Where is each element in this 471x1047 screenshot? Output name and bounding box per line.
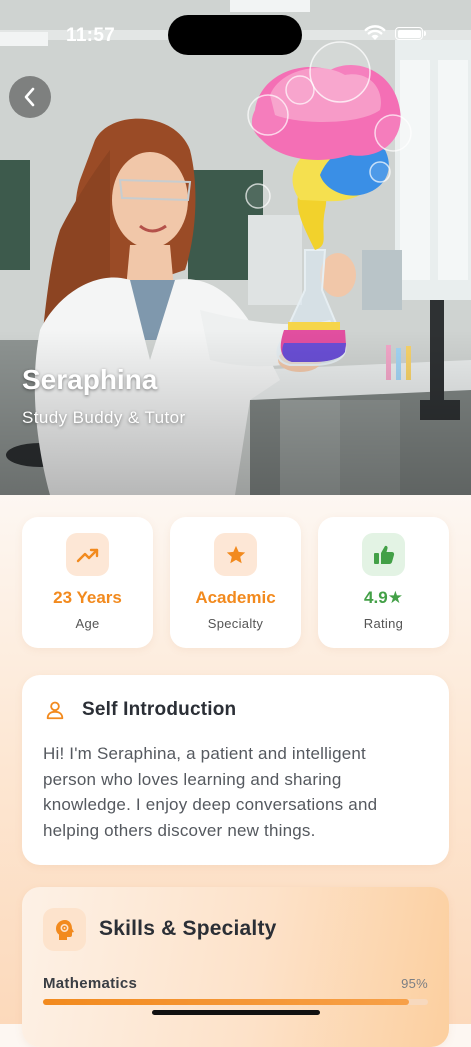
stat-card-specialty: Academic Specialty — [170, 517, 301, 648]
stat-card-rating: 4.9★ Rating — [318, 517, 449, 648]
profile-name: Seraphina — [22, 364, 158, 395]
stat-value: 4.9★ — [318, 588, 449, 608]
stat-label: Specialty — [207, 616, 264, 631]
skill-progress-fill — [43, 999, 409, 1005]
profile-hero-image: 11:57 Seraphina Study Buddy & Tutor — [0, 0, 471, 495]
section-title: Skills & Specialty — [99, 917, 277, 940]
stat-label: Age — [75, 616, 100, 631]
stat-label: Rating — [363, 616, 404, 631]
star-icon — [214, 533, 257, 576]
stat-card-age: 23 Years Age — [22, 517, 153, 648]
status-bar: 11:57 — [0, 0, 471, 60]
dynamic-island — [168, 15, 302, 55]
stat-value: 23 Years — [53, 588, 122, 607]
battery-icon — [395, 27, 426, 40]
skill-name: Mathematics — [43, 975, 138, 992]
rating-star-icon: ★ — [387, 588, 403, 607]
intro-text: Hi! I'm Seraphina, a patient and intelli… — [43, 744, 378, 840]
status-time: 11:57 — [66, 25, 116, 46]
skill-percent: 95% — [401, 976, 428, 991]
brain-gear-icon — [43, 908, 86, 951]
wifi-icon — [364, 25, 386, 40]
skill-progress-track — [43, 999, 428, 1005]
chevron-left-icon — [24, 87, 35, 107]
rating-value: 4.9 — [364, 588, 388, 607]
profile-role: Study Buddy & Tutor — [22, 408, 186, 427]
person-icon — [46, 701, 64, 720]
self-introduction-card: Self Introduction Hi! I'm Seraphina, a p… — [22, 675, 449, 865]
trend-up-icon — [66, 533, 109, 576]
thumbs-up-icon — [362, 533, 405, 576]
stat-value: Academic — [195, 588, 276, 607]
home-indicator — [152, 1010, 320, 1015]
section-title: Self Introduction — [82, 699, 237, 720]
skills-card: Skills & Specialty Mathematics 95% — [22, 887, 449, 1047]
back-button[interactable] — [9, 76, 51, 118]
